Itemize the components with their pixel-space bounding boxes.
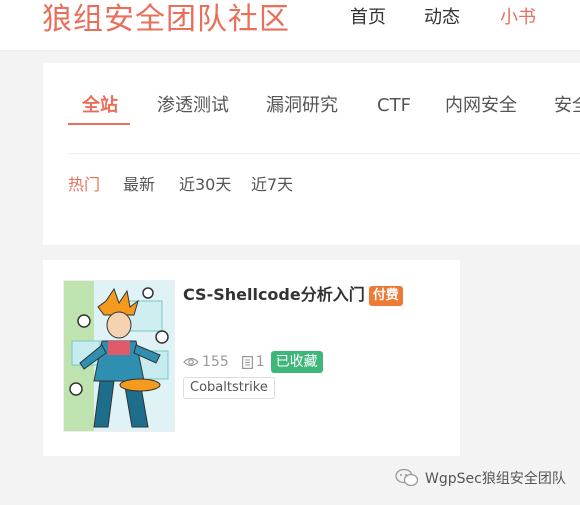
tag-chip[interactable]: Cobaltstrike: [183, 377, 275, 399]
sort-tab-7days[interactable]: 近7天: [251, 174, 293, 196]
post-meta: 155 1 已收藏: [183, 351, 323, 373]
category-tab-ctf[interactable]: CTF: [377, 93, 411, 119]
category-tab-pentest[interactable]: 渗透测试: [157, 93, 229, 119]
chapter-count: 1: [255, 354, 265, 370]
category-tab-all[interactable]: 全站: [82, 93, 118, 119]
site-title[interactable]: 狼组安全团队社区: [42, 0, 290, 40]
sort-tab-latest[interactable]: 最新: [123, 174, 155, 196]
divider: [68, 153, 580, 154]
active-tab-underline: [68, 123, 130, 125]
wechat-icon: [395, 468, 419, 487]
category-tab-intranet[interactable]: 内网安全: [445, 93, 517, 119]
view-count: 155: [202, 354, 229, 370]
watermark-text: WgpSec狼组安全团队: [425, 471, 566, 487]
post-cover-image[interactable]: [63, 280, 175, 432]
watermark: WgpSec狼组安全团队: [395, 468, 566, 488]
chapter-icon: [241, 355, 253, 369]
category-tab-security[interactable]: 安全: [554, 93, 580, 119]
nav-activity[interactable]: 动态: [424, 4, 460, 32]
top-header: 狼组安全团队社区 首页 动态 小书: [0, 0, 580, 50]
post-title[interactable]: CS-Shellcode分析入门 付费: [183, 284, 403, 306]
sort-tab-hot[interactable]: 热门: [68, 174, 100, 196]
sort-tab-30days[interactable]: 近30天: [179, 174, 231, 196]
filter-card: 全站 渗透测试 漏洞研究 CTF 内网安全 安全 热门 最新 近30天 近7天: [43, 63, 580, 245]
nav-booklets[interactable]: 小书: [500, 4, 536, 32]
post-title-text[interactable]: CS-Shellcode分析入门: [183, 285, 365, 304]
post-card[interactable]: CS-Shellcode分析入门 付费 155 1 已收藏 Cobaltstrik…: [43, 260, 460, 456]
nav-home[interactable]: 首页: [350, 4, 386, 32]
paid-badge: 付费: [368, 286, 403, 306]
eye-icon: [183, 356, 199, 368]
category-tab-vuln-research[interactable]: 漏洞研究: [266, 93, 338, 119]
collected-badge[interactable]: 已收藏: [270, 351, 323, 373]
